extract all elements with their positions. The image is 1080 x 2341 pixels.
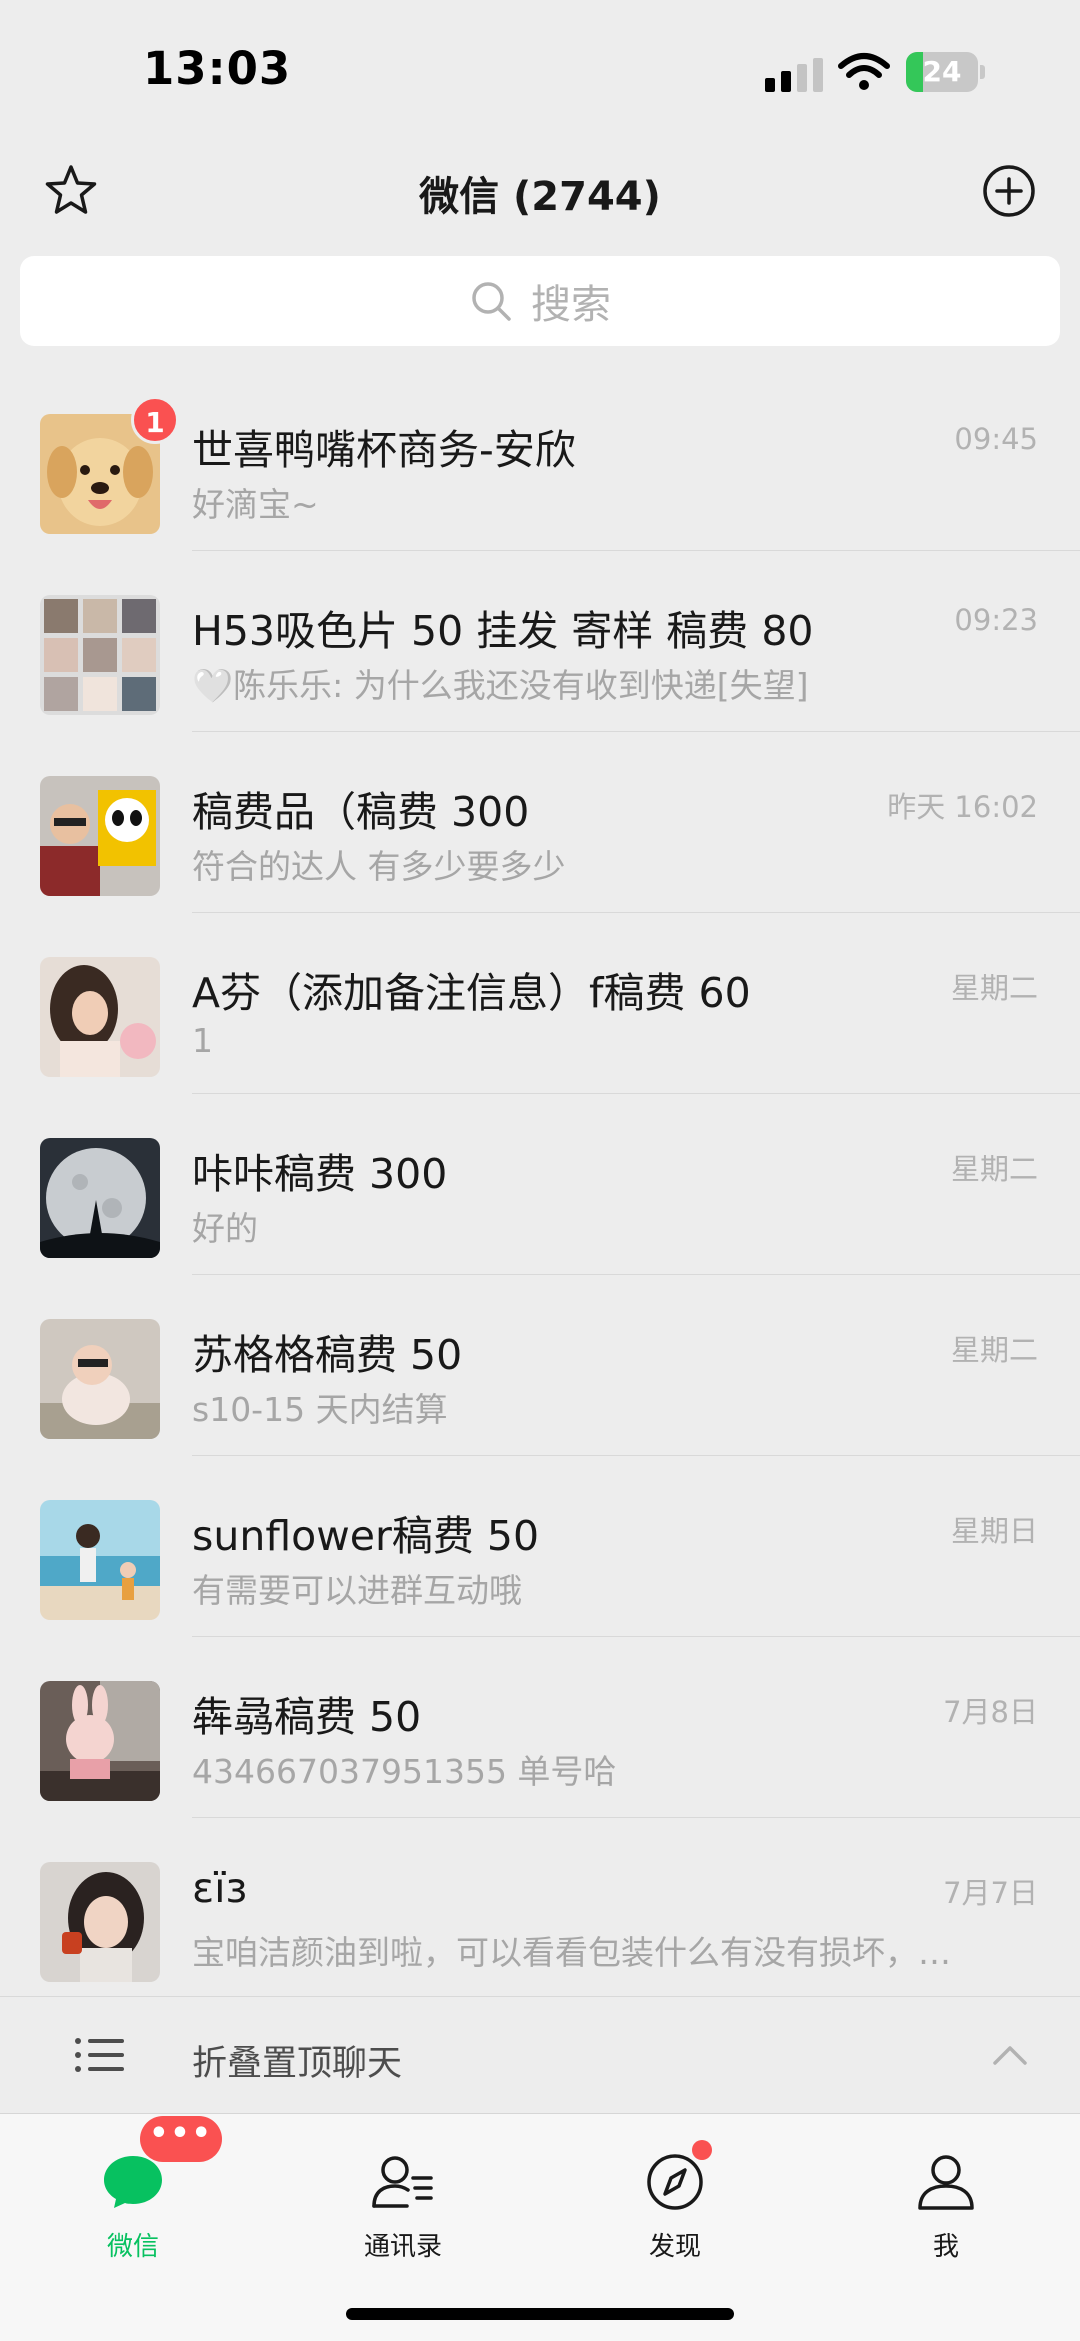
chat-preview: 符合的达人 有多少要多少: [192, 847, 566, 886]
list-icon: [75, 2038, 124, 2072]
chat-time: 星期二: [950, 1333, 1038, 1367]
chat-name: sunflower稿费 50: [192, 1512, 540, 1560]
add-plus-icon[interactable]: [980, 162, 1038, 220]
tab-discover[interactable]: 发现: [595, 2140, 755, 2262]
tab-contacts[interactable]: 通讯录: [323, 2140, 483, 2262]
chat-row[interactable]: sunflower稿费 50 星期日 有需要可以进群互动哦: [0, 1456, 1080, 1637]
discover-red-dot: [692, 2140, 712, 2160]
search-placeholder: 搜索: [531, 282, 611, 328]
chat-name: 世喜鸭嘴杯商务-安欣: [192, 426, 576, 474]
avatar-moon: [40, 1138, 160, 1258]
chat-name: H53吸色片 50 挂发 寄样 稿费 80: [192, 607, 814, 655]
avatar-beach-illustration: [40, 1500, 160, 1620]
chat-name: 犇骉稿费 50: [192, 1693, 422, 1741]
battery-indicator: 24: [906, 52, 986, 92]
chat-name: A芬（添加备注信息）f稿费 60: [192, 969, 751, 1017]
chat-list: 1 世喜鸭嘴杯商务-安欣 09:45 好滴宝~ H53吸色片 50 挂发 寄样 …: [0, 370, 1080, 1999]
unread-badge: 1: [131, 396, 179, 444]
chat-preview: 1: [192, 1021, 213, 1060]
chat-preview: 有需要可以进群互动哦: [192, 1571, 522, 1610]
chat-name: 稿费品（稿费 300: [192, 788, 530, 836]
chat-preview: 宝咱洁颜油到啦，可以看看包装什么有没有损坏，…: [192, 1933, 951, 1972]
page-title: 微信 (2744): [419, 174, 661, 220]
chevron-up-icon[interactable]: [992, 2043, 1028, 2067]
wifi-icon: [838, 53, 890, 90]
chat-time: 09:45: [954, 422, 1038, 456]
compass-icon: [647, 2154, 703, 2210]
chat-time: 7月7日: [943, 1876, 1038, 1910]
chat-row[interactable]: 1 世喜鸭嘴杯商务-安欣 09:45 好滴宝~: [0, 370, 1080, 551]
avatar-bunny: [40, 1681, 160, 1801]
fold-pinned-chats-bar[interactable]: 折叠置顶聊天: [0, 1996, 1080, 2113]
chat-row[interactable]: 犇骉稿费 50 7月8日 434667037951355 单号哈: [0, 1637, 1080, 1818]
search-input[interactable]: 搜索: [20, 256, 1060, 346]
chat-preview: 好滴宝~: [192, 485, 319, 524]
chat-name: 咔咔稿费 300: [192, 1150, 448, 1198]
chat-time: 星期二: [950, 971, 1038, 1005]
avatar-selfie: [40, 957, 160, 1077]
contacts-icon: [372, 2156, 433, 2208]
search-icon: [472, 282, 511, 321]
chat-time: 09:23: [954, 603, 1038, 637]
chat-row[interactable]: H53吸色片 50 挂发 寄样 稿费 80 09:23 🤍陈乐乐: 为什么我还没…: [0, 551, 1080, 732]
nav-header: 微信 (2744): [0, 140, 1080, 250]
chat-row[interactable]: A芬（添加备注信息）f稿费 60 星期二 1: [0, 913, 1080, 1094]
chat-time: 7月8日: [943, 1695, 1038, 1729]
avatar-panda-sign: [40, 776, 160, 896]
avatar-group-grid: [40, 595, 160, 715]
chat-row[interactable]: ɛïɜ 7月7日 宝咱洁颜油到啦，可以看看包装什么有没有损坏，…: [0, 1818, 1080, 1999]
chat-row[interactable]: 稿费品（稿费 300 昨天 16:02 符合的达人 有多少要多少: [0, 732, 1080, 913]
avatar-girl-drink: [40, 1862, 160, 1982]
tab-label: 通讯录: [363, 2232, 442, 2262]
status-time: 13:03: [143, 42, 292, 95]
battery-level-text: 24: [922, 55, 962, 88]
chat-time: 昨天 16:02: [887, 790, 1038, 824]
status-bar: 13:03 24: [0, 0, 1080, 140]
person-icon: [918, 2155, 974, 2210]
tab-me[interactable]: 我: [866, 2140, 1026, 2262]
chat-preview: 好的: [192, 1209, 258, 1248]
tab-label: 发现: [648, 2232, 701, 2262]
chat-time: 星期二: [950, 1152, 1038, 1186]
chat-time: 星期日: [950, 1514, 1038, 1548]
chat-preview: s10-15 天内结算: [192, 1390, 448, 1429]
fold-label: 折叠置顶聊天: [192, 2044, 403, 2084]
cellular-signal-icon: [765, 58, 823, 92]
chat-row[interactable]: 咔咔稿费 300 星期二 好的: [0, 1094, 1080, 1275]
chat-name: ɛïɜ: [192, 1864, 248, 1912]
avatar-baby: [40, 1319, 160, 1439]
chat-preview: 🤍陈乐乐: 为什么我还没有收到快递[失望]: [192, 666, 809, 705]
home-indicator: [346, 2308, 734, 2320]
chat-preview: 434667037951355 单号哈: [192, 1752, 617, 1791]
chat-name: 苏格格稿费 50: [192, 1331, 463, 1379]
tab-more-badge: •••: [140, 2116, 222, 2162]
tab-label: 微信: [106, 2232, 159, 2262]
tab-label: 我: [932, 2232, 959, 2262]
chat-row[interactable]: 苏格格稿费 50 星期二 s10-15 天内结算: [0, 1275, 1080, 1456]
